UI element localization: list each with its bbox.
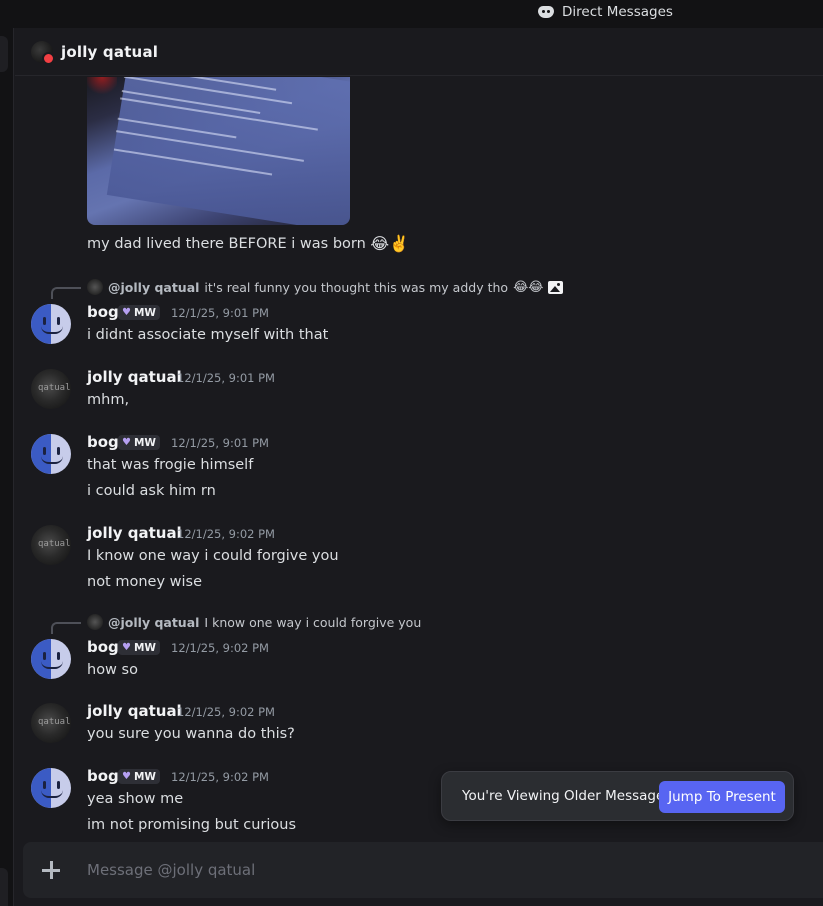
reply-connector — [51, 622, 81, 634]
image-icon — [548, 280, 564, 294]
message-text: you sure you wanna do this? — [87, 726, 295, 742]
message-text: I know one way i could forgive you — [87, 548, 339, 564]
window-title: Direct Messages — [562, 4, 673, 20]
message-text: i didnt associate myself with that — [87, 327, 329, 343]
username[interactable]: jolly qatual — [87, 702, 182, 720]
image-attachment[interactable] — [87, 77, 350, 225]
server-tag[interactable]: ♥ MW — [118, 435, 160, 450]
avatar — [87, 279, 103, 295]
title-bar: Direct Messages — [0, 0, 823, 28]
banner-text: You're Viewing Older Messages — [462, 788, 672, 804]
discord-icon — [538, 6, 554, 18]
server-tag-label: MW — [133, 306, 156, 319]
message-text: my dad lived there BEFORE i was born — [87, 236, 366, 252]
avatar[interactable]: qatual — [31, 369, 71, 409]
sidebar-edge — [0, 28, 14, 906]
reply-text: I know one way i could forgive you — [204, 614, 422, 630]
avatar[interactable] — [31, 304, 71, 344]
emoji: 😂✌️ — [370, 234, 410, 253]
reply-author: @jolly qatual — [108, 279, 200, 295]
reply-preview[interactable]: @jolly qatual it's real funny you though… — [87, 279, 564, 295]
server-tag[interactable]: ♥ MW — [118, 305, 160, 320]
timestamp: 12/1/25, 9:02 PM — [171, 770, 269, 784]
message-content: my dad lived there BEFORE i was born 😂✌️ — [87, 234, 409, 254]
avatar[interactable]: qatual — [31, 525, 71, 565]
avatar[interactable] — [31, 768, 71, 808]
jump-to-present-button[interactable]: Jump To Present — [659, 781, 785, 813]
username[interactable]: bog — [87, 638, 119, 656]
timestamp: 12/1/25, 9:01 PM — [171, 436, 269, 450]
reply-connector — [51, 287, 81, 299]
plus-icon[interactable] — [39, 858, 63, 882]
avatar[interactable] — [31, 40, 55, 65]
avatar[interactable]: qatual — [31, 703, 71, 743]
photo-red-glow — [87, 77, 117, 97]
username[interactable]: bog — [87, 433, 119, 451]
message-text: how so — [87, 662, 138, 678]
server-tag[interactable]: ♥ MW — [118, 769, 160, 784]
message-composer — [23, 842, 823, 898]
avatar[interactable] — [31, 434, 71, 474]
message-list[interactable]: my dad lived there BEFORE i was born 😂✌️… — [15, 77, 823, 841]
timestamp: 12/1/25, 9:02 PM — [171, 641, 269, 655]
title-bar-content: Direct Messages — [538, 4, 673, 20]
sidebar-edge-item[interactable] — [0, 868, 8, 906]
reply-text: it's real funny you thought this was my … — [204, 279, 509, 295]
timestamp: 12/1/25, 9:01 PM — [177, 371, 275, 385]
avatar — [87, 614, 103, 630]
dm-recipient-name[interactable]: jolly qatual — [61, 43, 158, 61]
message-input[interactable] — [87, 861, 823, 879]
server-tag-label: MW — [133, 436, 156, 449]
message-text: im not promising but curious — [87, 817, 297, 833]
timestamp: 12/1/25, 9:01 PM — [171, 306, 269, 320]
message-text: yea show me — [87, 791, 184, 807]
discord-window: Direct Messages jolly qatual my dad live… — [0, 0, 823, 906]
message-text: not money wise — [87, 574, 203, 590]
server-tag-label: MW — [133, 770, 156, 783]
message-text: mhm, — [87, 392, 130, 408]
username[interactable]: bog — [87, 303, 119, 321]
dm-header: jolly qatual — [15, 28, 823, 76]
message-text: i could ask him rn — [87, 483, 216, 499]
server-tag[interactable]: ♥ MW — [118, 640, 160, 655]
reply-preview[interactable]: @jolly qatual I know one way i could for… — [87, 614, 421, 630]
username[interactable]: jolly qatual — [87, 524, 182, 542]
avatar[interactable] — [31, 639, 71, 679]
photo-screen — [106, 77, 350, 225]
message-text: that was frogie himself — [87, 457, 254, 473]
timestamp: 12/1/25, 9:02 PM — [177, 705, 275, 719]
username[interactable]: bog — [87, 767, 119, 785]
username[interactable]: jolly qatual — [87, 368, 182, 386]
timestamp: 12/1/25, 9:02 PM — [177, 527, 275, 541]
sidebar-edge-item[interactable] — [0, 36, 8, 72]
emoji: 😂😂 — [513, 279, 544, 295]
reply-author: @jolly qatual — [108, 614, 200, 630]
server-tag-label: MW — [133, 641, 156, 654]
older-messages-banner: You're Viewing Older Messages Jump To Pr… — [441, 771, 794, 821]
